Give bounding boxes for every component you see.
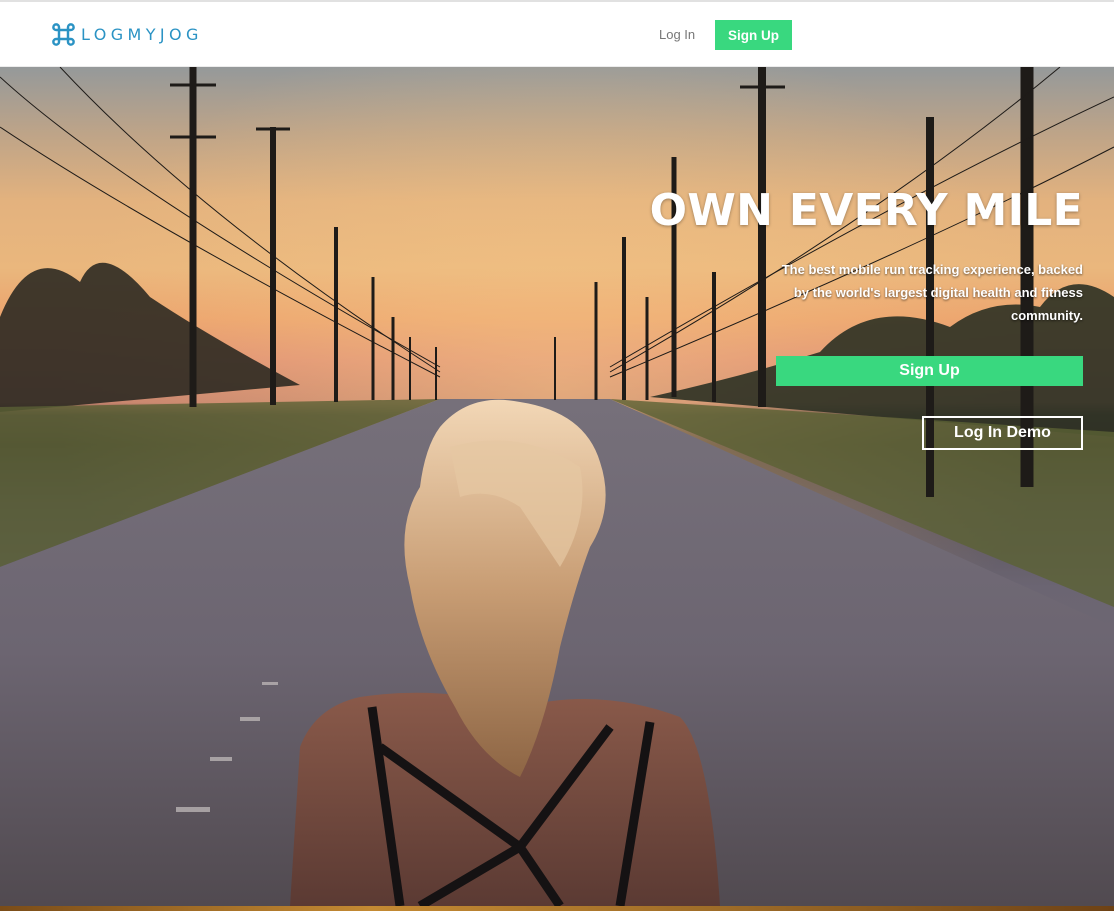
bottom-strip [0, 906, 1114, 911]
navbar: LOGMYJOG Log In Sign Up [0, 2, 1114, 67]
signup-button[interactable]: Sign Up [715, 20, 792, 50]
command-key-icon [52, 22, 75, 46]
hero-title: OWN EVERY MILE [649, 185, 1083, 236]
hero-section: OWN EVERY MILE The best mobile run track… [0, 67, 1114, 906]
hero-signup-button[interactable]: Sign Up [776, 356, 1083, 386]
logo[interactable]: LOGMYJOG [50, 19, 203, 49]
demo-login-button[interactable]: Log In Demo [922, 416, 1083, 450]
hero-subtitle: The best mobile run tracking experience,… [781, 262, 1083, 323]
login-link[interactable]: Log In [659, 27, 695, 42]
logo-text: LOGMYJOG [81, 24, 203, 44]
